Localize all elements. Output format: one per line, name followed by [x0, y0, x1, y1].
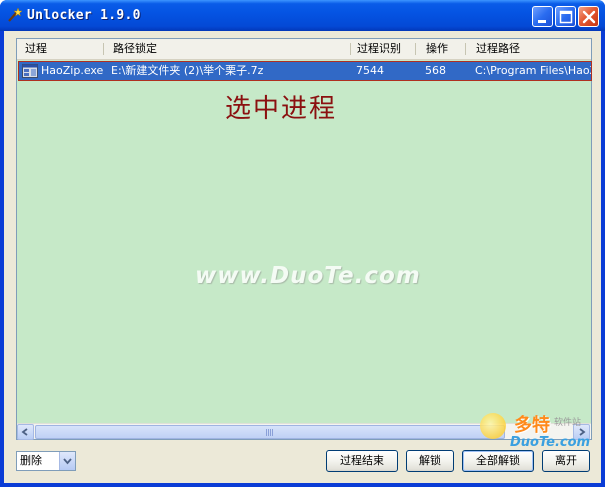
unlock-button[interactable]: 解锁	[406, 450, 454, 472]
executable-icon	[22, 64, 38, 78]
table-row[interactable]: HaoZip.exe E:\新建文件夹 (2)\举个栗子.7z 7544 568…	[18, 61, 592, 81]
cell-process: HaoZip.exe	[41, 64, 104, 77]
logo-url: DuoTe.com	[510, 435, 591, 450]
column-header-path-locked[interactable]: 路径锁定	[105, 39, 157, 59]
watermark-text: www.DuoTe.com	[195, 263, 421, 289]
annotation-text: 选中进程	[225, 94, 338, 124]
column-header-handle[interactable]: 操作	[418, 39, 448, 59]
dropdown-button[interactable]	[59, 452, 75, 470]
cell-handle: 568	[425, 64, 446, 77]
title-bar[interactable]: Unlocker 1.9.0	[0, 0, 605, 31]
column-header-pid[interactable]: 过程识别	[349, 39, 401, 59]
process-list[interactable]: 过程 路径锁定 过程识别 操作 过程路径 HaoZip.exe E:\新建文件夹…	[16, 38, 592, 440]
kill-process-button[interactable]: 过程结束	[326, 450, 398, 472]
grip-icon	[266, 429, 274, 436]
scroll-thumb[interactable]	[35, 425, 505, 439]
column-header-process[interactable]: 过程	[17, 39, 47, 59]
logo-text: 多特	[514, 415, 550, 436]
window-title: Unlocker 1.9.0	[27, 8, 141, 23]
column-divider[interactable]	[103, 43, 104, 55]
chevron-down-icon	[63, 458, 72, 465]
scroll-left-button[interactable]	[17, 424, 34, 440]
action-select[interactable]: 删除	[16, 451, 76, 471]
unlocker-window: Unlocker 1.9.0 过程 路径锁定 过程识别 操作 过程路径 HaoZ…	[0, 0, 605, 487]
chevron-left-icon	[21, 428, 28, 436]
site-logo: 多特 软件站 DuoTe.com	[476, 411, 598, 471]
cell-path-locked: E:\新建文件夹 (2)\举个栗子.7z	[111, 64, 264, 77]
wand-icon	[8, 7, 22, 22]
column-divider[interactable]	[415, 43, 416, 55]
cell-process-path: C:\Program Files\HaoZip	[475, 64, 591, 77]
window-client-area: 过程 路径锁定 过程识别 操作 过程路径 HaoZip.exe E:\新建文件夹…	[4, 31, 601, 483]
logo-subtext: 软件站	[554, 418, 582, 428]
minimize-icon	[538, 20, 546, 23]
close-button[interactable]	[578, 6, 599, 27]
column-header-process-path[interactable]: 过程路径	[468, 39, 520, 59]
column-divider[interactable]	[465, 43, 466, 55]
list-header: 过程 路径锁定 过程识别 操作 过程路径	[17, 39, 591, 60]
action-select-value: 删除	[20, 454, 42, 467]
cell-pid: 7544	[356, 64, 384, 77]
logo-emblem-icon	[480, 413, 506, 439]
minimize-button[interactable]	[532, 6, 553, 27]
maximize-button[interactable]	[555, 6, 576, 27]
close-icon	[582, 10, 596, 24]
maximize-icon	[559, 10, 573, 24]
